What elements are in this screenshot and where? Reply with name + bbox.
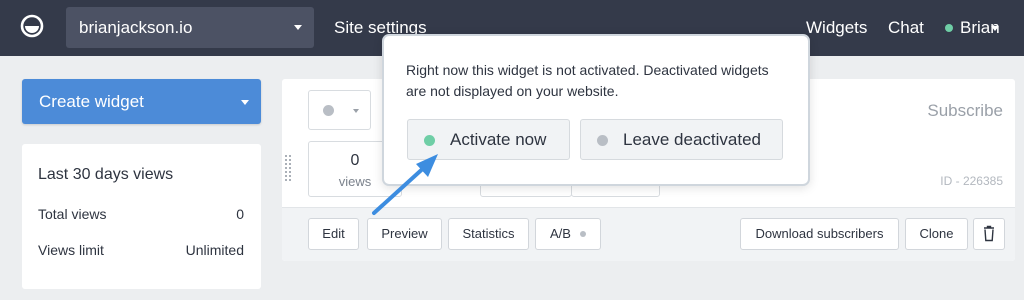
leave-deactivated-label: Leave deactivated [623, 130, 761, 149]
stats-title: Last 30 days views [38, 166, 174, 183]
views-limit-value: Unlimited [185, 242, 244, 258]
drag-handle-icon[interactable] [285, 155, 293, 185]
total-views-label: Total views [38, 206, 107, 222]
create-widget-label: Create widget [39, 92, 144, 111]
inactive-status-dot-icon [597, 135, 608, 146]
chat-link[interactable]: Chat [888, 0, 924, 56]
chevron-down-icon[interactable] [241, 100, 249, 105]
brand-logo-icon[interactable] [20, 14, 44, 38]
online-status-icon [945, 24, 953, 32]
popover-message: Right now this widget is not activated. … [406, 62, 769, 99]
statistics-button[interactable]: Statistics [448, 218, 529, 250]
chevron-down-icon [353, 109, 359, 113]
pointer-arrow-icon [372, 154, 438, 215]
widget-status-select[interactable] [308, 90, 371, 130]
site-selector-label: brianjackson.io [79, 18, 193, 37]
total-views-row: Total views 0 [38, 206, 244, 222]
download-subscribers-button[interactable]: Download subscribers [740, 218, 899, 250]
widget-id: ID - 226385 [940, 174, 1003, 188]
ab-test-button[interactable]: A/B [535, 218, 601, 250]
widgets-link[interactable]: Widgets [806, 0, 867, 56]
leave-deactivated-button[interactable]: Leave deactivated [580, 119, 783, 160]
total-views-value: 0 [236, 206, 244, 222]
create-widget-button[interactable]: Create widget [22, 79, 261, 124]
status-dot-icon [323, 105, 334, 116]
ab-test-label: A/B [550, 226, 571, 241]
chevron-down-icon [294, 25, 302, 30]
activate-now-label: Activate now [450, 130, 547, 149]
clone-button[interactable]: Clone [905, 218, 968, 250]
ab-status-dot-icon [579, 231, 586, 237]
widget-name: Subscribe [927, 101, 1003, 120]
delete-button[interactable] [973, 218, 1005, 250]
views-stats-card: Last 30 days views Total views 0 Views l… [22, 144, 261, 289]
edit-button[interactable]: Edit [308, 218, 359, 250]
chevron-down-icon[interactable] [991, 26, 999, 31]
site-selector[interactable]: brianjackson.io [66, 7, 314, 48]
trash-icon [984, 225, 994, 242]
views-limit-label: Views limit [38, 242, 104, 258]
views-limit-row: Views limit Unlimited [38, 242, 244, 258]
